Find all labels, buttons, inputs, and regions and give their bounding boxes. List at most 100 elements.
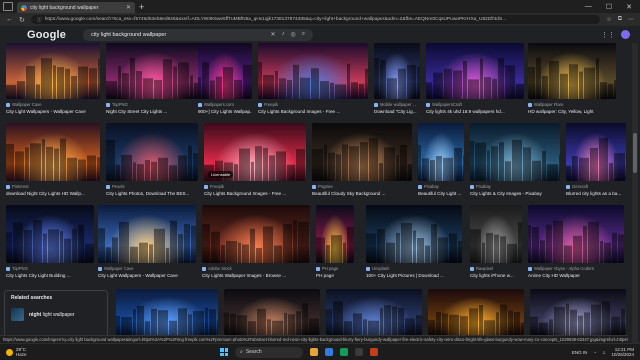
url-field[interactable]: ⓘ https://www.google.com/search?sca_esv=… (30, 15, 601, 24)
result-source[interactable]: Wallpapers.com (198, 102, 234, 107)
result-source[interactable]: Wallpaper Abyss - Alpha Coders (528, 266, 594, 271)
site-info-icon[interactable]: ⓘ (37, 16, 42, 23)
voice-search-icon[interactable]: ♪ (281, 31, 284, 38)
result-source[interactable]: Pinterest (6, 184, 29, 189)
image-thumbnail[interactable] (316, 205, 354, 263)
related-search-item[interactable]: night light wallpaper (11, 308, 101, 321)
image-thumbnail[interactable] (98, 205, 196, 263)
image-result-card[interactable]: Wallpaper Cave City Light Wallpapers - Wa… (6, 43, 100, 121)
search-input[interactable]: city light background wallpaper ✕ ♪ ◎ ⌕ (83, 28, 314, 41)
image-thumbnail[interactable]: Licensable (204, 123, 306, 181)
result-source[interactable]: PH page (316, 266, 338, 271)
image-thumbnail[interactable] (106, 123, 198, 181)
image-thumbnail[interactable] (198, 43, 252, 99)
image-thumbnail[interactable] (106, 43, 202, 99)
image-thumbnail[interactable] (470, 205, 522, 263)
result-caption[interactable]: Beautiful City Light ... (418, 191, 464, 196)
weather-widget[interactable]: 29°C Haze (6, 347, 27, 357)
result-caption[interactable]: Night City Street City Lights ... (106, 109, 202, 114)
result-caption[interactable]: Download "City Lig... (374, 109, 420, 114)
result-source[interactable]: Rawpixel (470, 266, 493, 271)
image-thumbnail[interactable] (426, 43, 524, 99)
avatar[interactable] (621, 30, 630, 39)
image-result-card[interactable]: PH page PH page (316, 205, 354, 285)
image-result-card[interactable]: Wallpapers.com 900+] City Lights Wallpap.… (198, 43, 252, 121)
result-source[interactable]: Gencraft (566, 184, 588, 189)
image-thumbnail[interactable] (258, 43, 368, 99)
close-window-icon[interactable]: ✕ (626, 3, 632, 11)
result-caption[interactable]: Blurred city lights as a ba... (566, 191, 626, 196)
result-caption[interactable]: City lights 4k uhd 16:9 wallpapers hd... (426, 109, 524, 114)
image-result-card[interactable]: Pexels City Lights Photos, Download The B… (106, 123, 198, 203)
clear-search-icon[interactable]: ✕ (270, 31, 275, 38)
image-thumbnail[interactable] (530, 289, 626, 335)
browser-tab[interactable]: city light background wallpaper ✕ (17, 2, 135, 13)
image-result-card[interactable]: Licensable Freepik City Lights Background … (204, 123, 306, 203)
result-source[interactable]: Mobile wallpaper ... (374, 102, 416, 107)
result-source[interactable]: Unsplash (366, 266, 389, 271)
result-caption[interactable]: City Lights Background Images - Free ... (258, 109, 368, 114)
result-source[interactable]: Freepik (204, 184, 224, 189)
image-thumbnail[interactable] (366, 205, 462, 263)
image-result-card[interactable]: Pngtree Beautiful Cloudy Sky Background .… (312, 123, 412, 203)
result-caption[interactable]: 100+ City Light Pictures | Download ... (366, 273, 462, 278)
result-source[interactable]: Freepik (258, 102, 278, 107)
maximize-icon[interactable]: ☐ (606, 3, 612, 11)
refresh-icon[interactable]: ↻ (19, 16, 25, 24)
image-result-card[interactable]: Adobe Stock City Lights Wallpaper Images … (202, 205, 310, 285)
result-caption[interactable]: City Lights Photos, Download The BES... (106, 191, 198, 196)
extensions-icon[interactable]: ⧉ (618, 16, 622, 23)
office-icon[interactable] (370, 348, 378, 356)
scrollbar-thumb[interactable] (633, 133, 637, 173)
image-result-card[interactable]: Freepik City Lights Background Images - F… (258, 43, 368, 121)
result-source[interactable]: Pexels (106, 184, 125, 189)
image-result-card[interactable]: Gencraft Blurred city lights as a ba... (566, 123, 626, 203)
image-thumbnail[interactable] (224, 289, 320, 335)
result-caption[interactable]: Beautiful Cloudy Sky Background ... (312, 191, 412, 196)
edge-browser-icon[interactable] (325, 348, 333, 356)
tab-close-icon[interactable]: ✕ (126, 4, 131, 11)
image-thumbnail[interactable] (326, 289, 422, 335)
result-caption[interactable]: HD wallpaper: City, Yellow, Light (528, 109, 616, 114)
result-source[interactable]: TopPNG (106, 102, 128, 107)
clock[interactable]: 12:21 PM 10/26/2024 (611, 347, 634, 358)
result-source[interactable]: Adobe Stock (202, 266, 232, 271)
result-caption[interactable]: Anime City HD Wallpaper (528, 273, 624, 278)
result-caption[interactable]: City Light Wallpapers - Wallpaper Cave (98, 273, 196, 278)
image-result-card[interactable]: Unsplash 100+ City Light Pictures | Downl… (366, 205, 462, 285)
new-tab-icon[interactable]: + (139, 2, 144, 12)
image-thumbnail[interactable] (374, 43, 420, 99)
windows-start-icon[interactable] (220, 348, 228, 356)
result-source[interactable]: Pixabay (418, 184, 439, 189)
chrome-icon[interactable] (340, 348, 348, 356)
image-thumbnail[interactable] (428, 289, 524, 335)
image-result-card[interactable]: Wallpaper Abyss - Alpha Coders Anime City… (528, 205, 624, 285)
image-thumbnail[interactable] (470, 123, 560, 181)
bookmark-star-icon[interactable]: ☆ (606, 16, 611, 23)
result-source[interactable]: Wallpaper Flare (528, 102, 563, 107)
result-caption[interactable]: City Lights & City Images - Pixabay (470, 191, 560, 196)
result-caption[interactable]: 900+] City Lights Wallpap... (198, 109, 252, 114)
image-thumbnail[interactable] (116, 289, 218, 335)
wifi-icon[interactable]: ◔ (593, 350, 596, 355)
image-thumbnail[interactable] (312, 123, 412, 181)
result-caption[interactable]: City lights iPhone w... (470, 273, 522, 278)
image-thumbnail[interactable] (202, 205, 310, 263)
result-source[interactable]: Wallpaper Cave (98, 266, 134, 271)
language-indicator[interactable]: ENG IN (572, 350, 588, 355)
search-icon[interactable]: ⌕ (302, 31, 305, 38)
google-logo[interactable]: Google (27, 29, 66, 41)
image-result-card[interactable]: Pixabay Beautiful City Light ... (418, 123, 464, 203)
image-thumbnail[interactable] (6, 123, 100, 181)
image-result-card[interactable]: Rawpixel City lights iPhone w... (470, 205, 522, 285)
image-thumbnail[interactable] (528, 205, 624, 263)
image-thumbnail[interactable] (6, 43, 100, 99)
page-scrollbar[interactable] (632, 43, 638, 343)
image-result-card[interactable]: Wallpaper Cave City Light Wallpapers - Wa… (98, 205, 196, 285)
tab-actions-icon[interactable] (3, 2, 13, 11)
image-result-card[interactable]: Mobile wallpaper ... Download "City Lig..… (374, 43, 420, 121)
image-thumbnail[interactable] (418, 123, 464, 181)
back-icon[interactable]: ← (6, 16, 13, 23)
browser-menu-icon[interactable]: ⋯ (628, 16, 634, 23)
minimize-icon[interactable]: — (585, 3, 592, 11)
